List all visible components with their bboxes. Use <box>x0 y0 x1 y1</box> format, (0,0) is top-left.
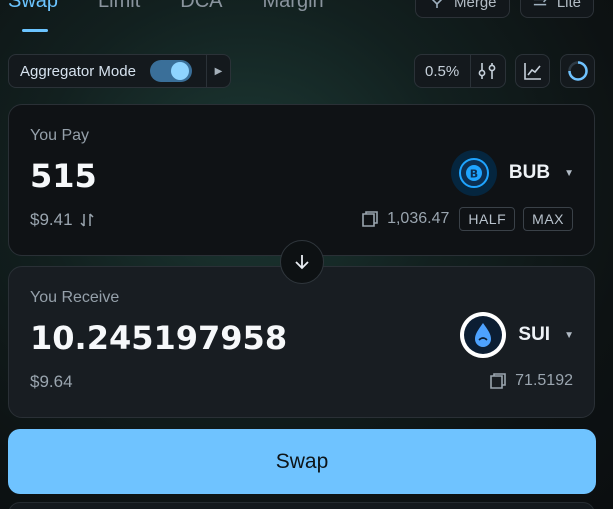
expand-arrow-button[interactable]: ▶ <box>206 55 230 87</box>
aggregator-mode-label: Aggregator Mode <box>20 62 136 80</box>
slippage-value: 0.5% <box>425 62 460 80</box>
pay-balance: 1,036.47 <box>387 210 450 227</box>
pay-token-symbol: BUB <box>508 162 551 183</box>
receive-token-symbol: SUI <box>518 324 551 345</box>
flip-tokens-button[interactable] <box>280 240 324 284</box>
refresh-button[interactable] <box>560 54 595 88</box>
merge-icon <box>431 0 443 8</box>
receive-balance-row: 71.5192 <box>489 372 573 390</box>
pay-token-selector[interactable]: B BUB ▼ <box>450 150 574 196</box>
slippage-settings-button[interactable]: 0.5% <box>414 54 506 88</box>
lite-button[interactable]: Lite <box>520 0 594 18</box>
toggle-knob <box>170 62 189 80</box>
pay-usd-value: $9.41 <box>30 210 95 230</box>
pay-label: You Pay <box>30 127 90 144</box>
chevron-down-icon: ▼ <box>564 167 574 179</box>
receive-token-selector[interactable]: SUI ▼ <box>460 312 574 358</box>
arrow-down-icon <box>295 255 309 270</box>
merge-label: Merge <box>454 0 497 11</box>
sui-drop-icon <box>464 316 503 354</box>
merge-button[interactable]: Merge <box>415 0 510 18</box>
sui-token-logo <box>460 312 507 358</box>
wallet-icon <box>362 211 378 227</box>
swap-button[interactable]: Swap <box>8 429 596 494</box>
pay-usd-text: $9.41 <box>30 210 73 229</box>
lite-label: Lite <box>556 0 581 11</box>
svg-text:B: B <box>470 168 478 181</box>
aggregator-toggle[interactable] <box>149 60 192 82</box>
tab-dca[interactable]: DCA <box>180 0 222 13</box>
receive-balance: 71.5192 <box>515 372 573 389</box>
aggregator-mode-control: Aggregator Mode ▶ <box>8 54 231 88</box>
chevron-down-icon: ▼ <box>564 329 574 341</box>
pay-balance-row: 1,036.47 HALF MAX <box>361 207 573 231</box>
half-button[interactable]: HALF <box>459 207 516 231</box>
tab-limit[interactable]: Limit <box>98 0 140 13</box>
tab-margin[interactable]: Margin <box>263 0 324 13</box>
bub-coin-icon: B <box>458 158 489 188</box>
bottom-panel <box>8 502 595 509</box>
chevron-right-icon: ▶ <box>214 65 223 77</box>
pay-amount-input[interactable]: 515 <box>30 157 97 195</box>
toolbar-divider <box>470 54 471 88</box>
receive-card: You Receive 10.245197958 $9.64 SUI ▼ 71.… <box>8 266 595 418</box>
receive-label: You Receive <box>30 289 120 306</box>
swap-vertical-icon[interactable] <box>79 212 95 228</box>
chart-button[interactable] <box>515 54 550 88</box>
refresh-icon <box>567 61 588 81</box>
max-button[interactable]: MAX <box>523 207 573 231</box>
tab-swap[interactable]: Swap <box>8 0 58 13</box>
chart-icon <box>523 63 541 80</box>
sliders-icon <box>478 63 496 79</box>
receive-usd-value: $9.64 <box>30 372 73 391</box>
pay-card: You Pay 515 $9.41 B BUB ▼ 1,036.47 HALF … <box>8 104 595 256</box>
swap-mode-tabs: Swap Limit DCA Margin <box>8 0 324 13</box>
active-tab-indicator <box>22 29 48 32</box>
bub-token-logo: B <box>450 150 497 196</box>
receive-amount: 10.245197958 <box>30 319 288 357</box>
arrows-icon <box>533 0 547 6</box>
wallet-icon <box>490 373 506 389</box>
